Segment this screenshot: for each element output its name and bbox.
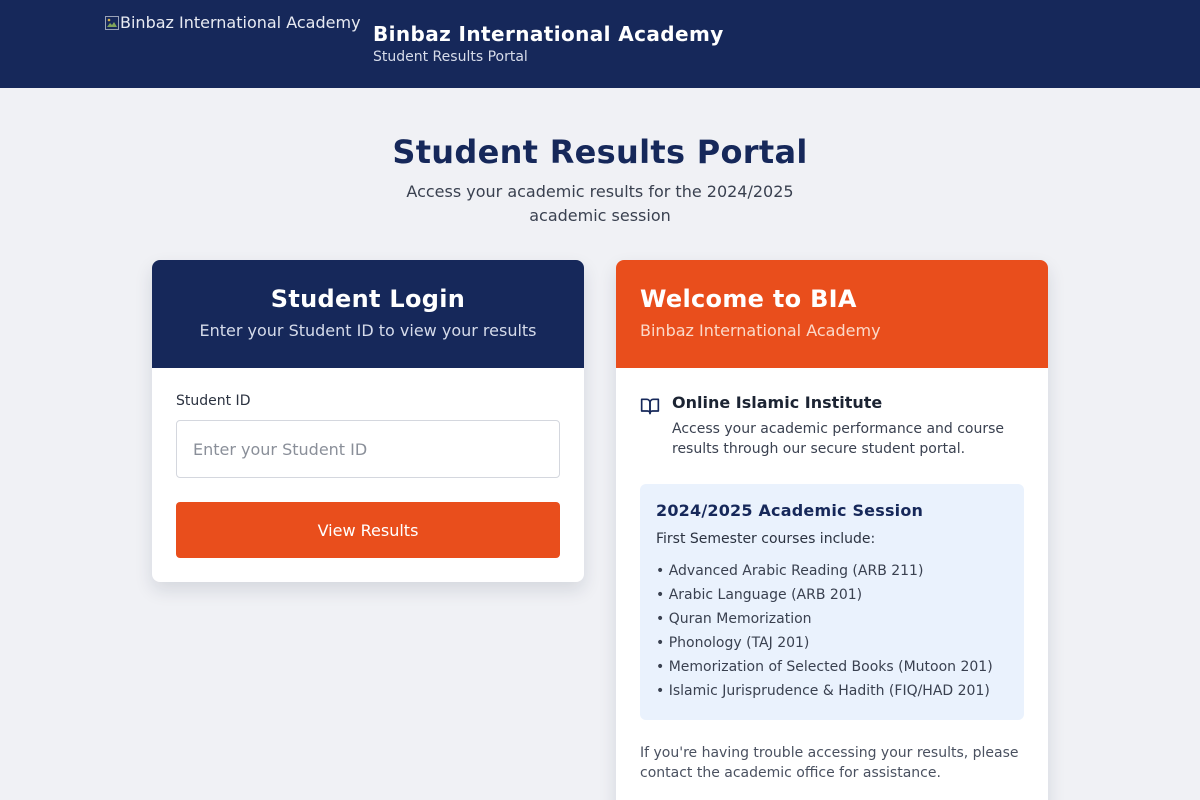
login-card: Student Login Enter your Student ID to v… (152, 260, 584, 582)
welcome-card: Welcome to BIA Binbaz International Acad… (616, 260, 1048, 800)
academic-session-box: 2024/2025 Academic Session First Semeste… (640, 484, 1024, 720)
login-subtitle: Enter your Student ID to view your resul… (199, 321, 537, 340)
course-item: • Memorization of Selected Books (Mutoon… (656, 659, 993, 675)
institute-description: Access your academic performance and cou… (672, 421, 1005, 457)
view-results-button[interactable]: View Results (176, 502, 560, 558)
student-id-input[interactable] (176, 420, 560, 478)
logo-alt-text: Binbaz International Academy (120, 13, 361, 32)
course-item: • Arabic Language (ARB 201) (656, 587, 863, 603)
page-subtitle: Access your academic results for the 202… (406, 182, 794, 225)
welcome-subtitle: Binbaz International Academy (640, 321, 881, 340)
help-text: If you're having trouble accessing your … (640, 745, 1019, 781)
course-item: • Phonology (TAJ 201) (656, 635, 810, 651)
session-title: 2024/2025 Academic Session (656, 501, 924, 520)
session-intro: First Semester courses include: (656, 531, 876, 547)
student-id-label: Student ID (176, 393, 251, 409)
login-title: Student Login (270, 285, 466, 313)
institute-title: Online Islamic Institute (672, 393, 883, 412)
book-open-icon (640, 396, 660, 416)
welcome-title: Welcome to BIA (640, 285, 857, 313)
welcome-card-header: Welcome to BIA Binbaz International Acad… (616, 260, 1048, 368)
site-title: Binbaz International Academy (373, 22, 724, 46)
login-card-header: Student Login Enter your Student ID to v… (152, 260, 584, 368)
course-item: • Advanced Arabic Reading (ARB 211) (656, 563, 924, 579)
site-subtitle: Student Results Portal (373, 49, 528, 65)
course-list: • Advanced Arabic Reading (ARB 211) • Ar… (656, 562, 1008, 700)
course-item: • Quran Memorization (656, 611, 812, 627)
broken-image-icon (104, 15, 120, 31)
page-title: Student Results Portal (392, 133, 808, 171)
course-item: • Islamic Jurisprudence & Hadith (FIQ/HA… (656, 683, 990, 699)
top-header: Binbaz International Academy Binbaz Inte… (0, 0, 1200, 88)
logo[interactable]: Binbaz International Academy (104, 13, 361, 33)
